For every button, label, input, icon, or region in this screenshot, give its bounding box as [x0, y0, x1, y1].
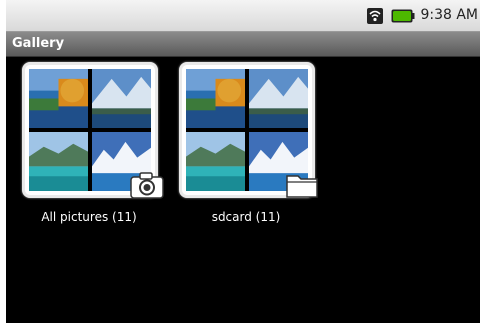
status-bar: 9:38 AM — [6, 0, 480, 32]
album-label-all-pictures: All pictures (11) — [41, 210, 137, 224]
wifi-icon — [367, 8, 383, 24]
thumbnail-turquoise-lake — [29, 132, 88, 191]
thumbnail-mountain-lake — [249, 69, 308, 128]
thumbnail-mountain-lake — [92, 69, 151, 128]
thumbnail-autumn-lake — [186, 69, 245, 128]
thumbnail-turquoise-lake — [186, 132, 245, 191]
folder-icon — [286, 175, 318, 198]
app-title: Gallery — [12, 36, 65, 51]
device-screen: 9:38 AM Gallery All pictures (11) sdcard… — [6, 0, 480, 323]
camera-icon — [130, 172, 164, 199]
app-title-bar: Gallery — [6, 32, 480, 57]
album-label-sdcard: sdcard (11) — [211, 210, 281, 224]
battery-icon — [391, 9, 415, 23]
thumbnail-autumn-lake — [29, 69, 88, 128]
status-time: 9:38 AM — [420, 7, 478, 23]
